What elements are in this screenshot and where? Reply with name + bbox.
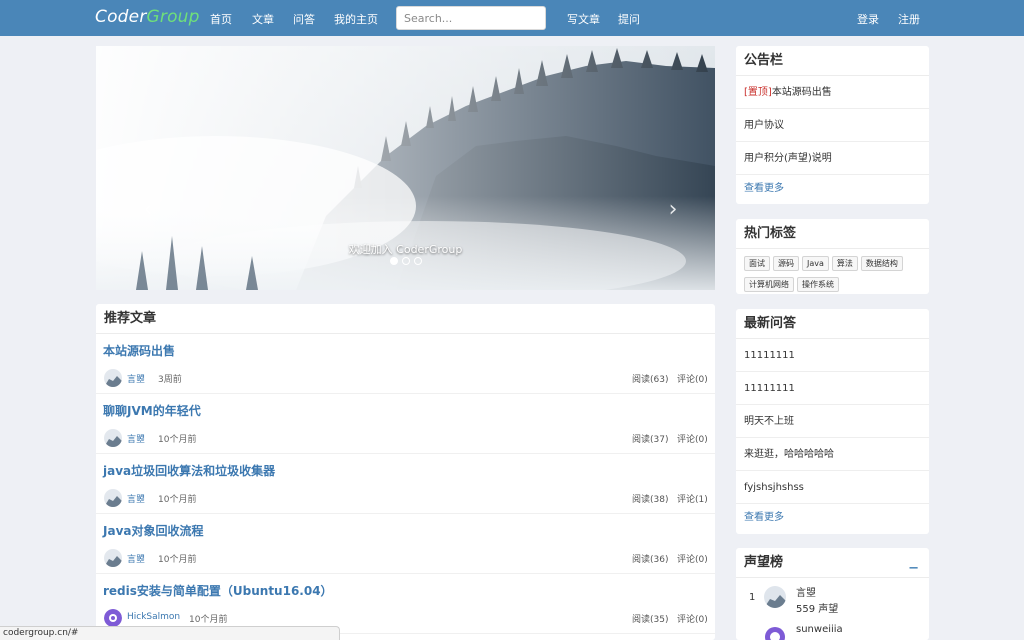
- rank-username: 言曌: [796, 588, 816, 599]
- comment-count: 评论(0): [677, 555, 708, 565]
- post-time: 10个月前: [158, 555, 197, 565]
- comment-count: 评论(0): [677, 435, 708, 445]
- article-title-link[interactable]: 本站源码出售: [103, 342, 175, 359]
- browser-status-bar: codergroup.cn/#: [0, 626, 340, 640]
- pinned-tag: [置顶]: [744, 87, 772, 98]
- tag[interactable]: 数据结构: [860, 256, 903, 271]
- avatar[interactable]: [104, 489, 122, 507]
- post-time: 10个月前: [158, 495, 197, 505]
- author-link[interactable]: 言曌: [127, 432, 145, 445]
- hero-carousel[interactable]: ‹ › 欢迎加入 CoderGroup: [96, 46, 715, 290]
- read-count: 阅读(36): [632, 555, 669, 565]
- tag[interactable]: Java: [802, 256, 829, 271]
- comment-count: 评论(1): [677, 495, 708, 505]
- carousel-dot[interactable]: [413, 257, 422, 265]
- tag[interactable]: 源码: [773, 256, 799, 271]
- panel-title: 公告栏: [736, 46, 929, 76]
- panel-title: 最新问答: [736, 309, 929, 339]
- avatar[interactable]: [104, 369, 122, 387]
- qa-item[interactable]: 明天不上班: [736, 405, 929, 438]
- article-title-link[interactable]: java垃圾回收算法和垃圾收集器: [103, 462, 275, 479]
- top-navbar: CoderGroup 首页 文章 问答 我的主页 写文章 提问 登录 注册: [0, 0, 1024, 36]
- rank-row[interactable]: 1 言曌 559 声望: [736, 578, 929, 618]
- read-count: 阅读(35): [632, 615, 669, 625]
- rank-score: 559 声望: [796, 604, 839, 615]
- comment-count: 评论(0): [677, 375, 708, 385]
- rank-username: sunweiiia: [796, 624, 843, 635]
- post-time: 10个月前: [158, 435, 197, 445]
- carousel-dot[interactable]: [401, 257, 410, 265]
- nav-qa[interactable]: 问答: [293, 11, 315, 27]
- logo-part-group: Group: [146, 7, 200, 27]
- nav-write-article[interactable]: 写文章: [567, 11, 600, 27]
- qa-item[interactable]: 来逛逛，哈哈哈哈哈: [736, 438, 929, 471]
- logo-part-coder: Coder: [95, 7, 147, 27]
- carousel-caption: 欢迎加入 CoderGroup: [348, 243, 463, 256]
- chevron-left-icon[interactable]: ‹: [138, 196, 158, 224]
- author-link[interactable]: 言曌: [127, 552, 145, 565]
- author-link[interactable]: HickSalmon: [127, 612, 180, 622]
- panel-title-label: 声望榜: [744, 555, 784, 570]
- article-row[interactable]: 本站源码出售言曌 3周前 阅读(63) 评论(0): [96, 334, 715, 394]
- notice-item-pinned[interactable]: [置顶]本站源码出售: [736, 76, 929, 109]
- tag[interactable]: 操作系统: [797, 277, 839, 292]
- panel-title: 声望榜 −: [736, 548, 929, 578]
- tag[interactable]: 计算机网络: [744, 277, 794, 292]
- article-row[interactable]: Java对象回收流程言曌 10个月前 阅读(36) 评论(0): [96, 514, 715, 574]
- latest-qa-panel: 最新问答 11111111 11111111 明天不上班 来逛逛，哈哈哈哈哈 f…: [736, 309, 929, 534]
- avatar[interactable]: [104, 609, 122, 627]
- reputation-panel: 声望榜 − 1 言曌 559 声望 sunweiiia: [736, 548, 929, 640]
- article-row[interactable]: 聊聊JVM的年轻代言曌 10个月前 阅读(37) 评论(0): [96, 394, 715, 454]
- nav-register[interactable]: 注册: [898, 11, 920, 27]
- carousel-indicators: [96, 257, 715, 265]
- hot-tags-panel: 热门标签 面试 源码 Java 算法 数据结构计算机网络 操作系统: [736, 219, 929, 294]
- avatar: [764, 626, 786, 640]
- site-logo[interactable]: CoderGroup: [95, 7, 200, 27]
- chevron-right-icon[interactable]: ›: [663, 196, 683, 224]
- panel-title: 推荐文章: [96, 304, 715, 334]
- article-title-link[interactable]: 聊聊JVM的年轻代: [103, 402, 201, 419]
- post-time: 10个月前: [189, 615, 228, 625]
- rank-row[interactable]: sunweiiia: [736, 618, 929, 640]
- avatar: [764, 586, 786, 608]
- comment-count: 评论(0): [677, 615, 708, 625]
- qa-item[interactable]: 11111111: [736, 339, 929, 372]
- panel-title: 热门标签: [736, 219, 929, 249]
- notice-more-link[interactable]: 查看更多: [736, 175, 929, 203]
- qa-item[interactable]: fyjshsjhshss: [736, 471, 929, 504]
- avatar[interactable]: [104, 429, 122, 447]
- qa-item[interactable]: 11111111: [736, 372, 929, 405]
- tag[interactable]: 面试: [744, 256, 770, 271]
- nav-ask-question[interactable]: 提问: [618, 11, 640, 27]
- post-time: 3周前: [158, 375, 182, 385]
- nav-login[interactable]: 登录: [857, 11, 879, 27]
- tag[interactable]: 算法: [831, 256, 858, 271]
- read-count: 阅读(63): [632, 375, 669, 385]
- rank-number: 1: [749, 592, 756, 603]
- read-count: 阅读(37): [632, 435, 669, 445]
- nav-my-home[interactable]: 我的主页: [334, 11, 378, 27]
- nav-articles[interactable]: 文章: [252, 11, 274, 27]
- article-row[interactable]: java垃圾回收算法和垃圾收集器言曌 10个月前 阅读(38) 评论(1): [96, 454, 715, 514]
- article-title-link[interactable]: redis安装与简单配置（Ubuntu16.04）: [103, 582, 333, 599]
- author-link[interactable]: 言曌: [127, 492, 145, 505]
- article-row[interactable]: redis安装与简单配置（Ubuntu16.04） HickSalmon 10个月前…: [96, 574, 715, 634]
- qa-more-link[interactable]: 查看更多: [736, 504, 929, 532]
- read-count: 阅读(38): [632, 495, 669, 505]
- tag-cloud: 面试 源码 Java 算法 数据结构计算机网络 操作系统: [736, 249, 929, 297]
- carousel-dot[interactable]: [389, 257, 398, 265]
- avatar[interactable]: [104, 549, 122, 567]
- author-link[interactable]: 言曌: [127, 372, 145, 385]
- notice-item[interactable]: 用户积分(声望)说明: [736, 142, 929, 175]
- notice-panel: 公告栏 [置顶]本站源码出售 用户协议 用户积分(声望)说明 查看更多: [736, 46, 929, 204]
- article-title-link[interactable]: Java对象回收流程: [103, 522, 203, 539]
- notice-item-label: 本站源码出售: [771, 87, 832, 98]
- notice-item[interactable]: 用户协议: [736, 109, 929, 142]
- nav-home[interactable]: 首页: [210, 11, 232, 27]
- search-input[interactable]: [396, 6, 546, 30]
